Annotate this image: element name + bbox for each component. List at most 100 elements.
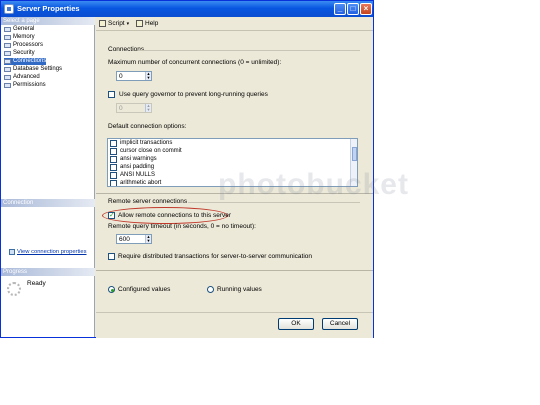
page-permissions[interactable]: Permissions xyxy=(4,82,46,89)
page-general[interactable]: General xyxy=(4,26,34,33)
page-icon xyxy=(4,59,11,64)
page-icon xyxy=(4,27,11,32)
left-pane: Select a page General Memory Processors … xyxy=(1,17,95,337)
distributed-tx-checkbox[interactable] xyxy=(108,253,115,260)
page-icon xyxy=(4,35,11,40)
query-governor-stepper: 0 ▲ ▼ xyxy=(116,103,152,113)
properties-icon xyxy=(9,249,15,255)
maximize-button[interactable]: □ xyxy=(347,3,359,15)
option-checkbox[interactable] xyxy=(110,172,117,179)
window-title: Server Properties xyxy=(17,4,80,13)
option-label: implicit transactions xyxy=(120,140,173,146)
option-label: ansi warnings xyxy=(120,156,157,162)
option-checkbox[interactable] xyxy=(110,180,117,186)
dialog-footer: OK Cancel xyxy=(96,312,373,338)
select-page-header: Select a page xyxy=(1,17,95,25)
list-item[interactable]: arithmetic abort xyxy=(110,180,162,186)
option-label: arithmetic abort xyxy=(120,180,162,186)
spinner-arrows-icon[interactable]: ▲ ▼ xyxy=(145,235,151,243)
page-connections[interactable]: Connections xyxy=(4,58,47,65)
page-label: Security xyxy=(13,50,35,56)
configured-values-radio[interactable] xyxy=(108,286,115,293)
cancel-button[interactable]: Cancel xyxy=(322,318,358,330)
page-advanced[interactable]: Advanced xyxy=(4,74,40,81)
page-icon xyxy=(4,51,11,56)
progress-status: Ready xyxy=(27,280,46,287)
list-scrollbar[interactable] xyxy=(350,139,357,186)
list-item[interactable]: ANSI NULLS xyxy=(110,172,155,179)
allow-remote-label: Allow remote connections to this server xyxy=(118,212,232,219)
option-checkbox[interactable] xyxy=(110,140,117,147)
divider xyxy=(96,193,373,194)
page-memory[interactable]: Memory xyxy=(4,34,35,41)
spinner-arrows-icon: ▲ ▼ xyxy=(145,103,151,112)
max-connections-stepper[interactable]: 0 ▲ ▼ xyxy=(116,71,152,81)
progress-header: Progress xyxy=(1,268,95,276)
minimize-button[interactable]: _ xyxy=(334,3,346,15)
max-connections-label: Maximum number of concurrent connections… xyxy=(108,59,282,66)
page-label: Advanced xyxy=(13,74,40,80)
page-database-settings[interactable]: Database Settings xyxy=(4,66,62,73)
timeout-value: 600 xyxy=(119,236,130,243)
option-label: ANSI NULLS xyxy=(120,172,156,178)
option-checkbox[interactable] xyxy=(110,148,117,155)
divider xyxy=(96,270,373,271)
toolbar: Script ▾ Help xyxy=(96,17,373,31)
view-connection-properties-label: View connection properties xyxy=(17,249,87,255)
option-label: cursor close on commit xyxy=(120,148,182,154)
page-icon xyxy=(4,67,11,72)
page-label: Processors xyxy=(13,42,44,48)
configured-values-label: Configured values xyxy=(118,286,171,293)
timeout-label: Remote query timeout (in seconds, 0 = no… xyxy=(108,223,256,230)
list-item[interactable]: implicit transactions xyxy=(110,140,172,147)
page-label: Permissions xyxy=(13,82,46,88)
script-button[interactable]: Script ▾ xyxy=(99,20,129,27)
query-governor-checkbox[interactable] xyxy=(108,91,115,98)
default-options-label: Default connection options: xyxy=(108,123,187,130)
help-icon xyxy=(136,20,143,27)
option-checkbox[interactable] xyxy=(110,156,117,163)
allow-remote-checkbox[interactable]: ✓ xyxy=(108,212,115,219)
divider xyxy=(188,202,360,203)
progress-spinner-icon xyxy=(7,282,21,296)
page-icon xyxy=(4,83,11,88)
page-label: Memory xyxy=(13,34,35,40)
connection-header: Connection xyxy=(1,199,95,207)
script-icon xyxy=(99,20,106,27)
running-values-label: Running values xyxy=(217,286,262,293)
scroll-thumb[interactable] xyxy=(352,147,357,161)
distributed-tx-label: Require distributed transactions for ser… xyxy=(118,253,312,260)
server-icon xyxy=(4,4,14,14)
max-connections-value: 0 xyxy=(119,73,123,80)
server-properties-window: Server Properties _ □ × Select a page Ge… xyxy=(0,0,374,338)
divider xyxy=(138,50,360,51)
help-button[interactable]: Help xyxy=(136,20,158,27)
list-item[interactable]: cursor close on commit xyxy=(110,148,182,155)
remote-group-title: Remote server connections xyxy=(108,198,188,205)
default-options-list[interactable]: implicit transactions cursor close on co… xyxy=(107,138,358,187)
option-checkbox[interactable] xyxy=(110,164,117,171)
list-item[interactable]: ansi warnings xyxy=(110,156,157,163)
query-governor-label: Use query governor to prevent long-runni… xyxy=(119,91,268,98)
page-icon xyxy=(4,75,11,80)
spinner-arrows-icon[interactable]: ▲ ▼ xyxy=(145,72,151,80)
chevron-down-icon: ▾ xyxy=(126,21,130,27)
page-label: Connections xyxy=(13,58,47,64)
title-bar[interactable]: Server Properties _ □ × xyxy=(1,1,373,17)
close-button[interactable]: × xyxy=(360,3,372,15)
page-security[interactable]: Security xyxy=(4,50,35,57)
page-icon xyxy=(4,43,11,48)
script-label: Script xyxy=(108,20,125,27)
query-governor-value: 0 xyxy=(119,105,123,112)
list-item[interactable]: ansi padding xyxy=(110,164,154,171)
view-connection-properties-link[interactable]: View connection properties xyxy=(9,249,87,255)
page-label: Database Settings xyxy=(13,66,63,72)
connections-page: Connections Maximum number of concurrent… xyxy=(96,32,373,312)
ok-button[interactable]: OK xyxy=(278,318,314,330)
page-label: General xyxy=(13,26,35,32)
help-label: Help xyxy=(145,20,159,27)
running-values-radio[interactable] xyxy=(207,286,214,293)
option-label: ansi padding xyxy=(120,164,155,170)
timeout-stepper[interactable]: 600 ▲ ▼ xyxy=(116,234,152,244)
page-processors[interactable]: Processors xyxy=(4,42,43,49)
